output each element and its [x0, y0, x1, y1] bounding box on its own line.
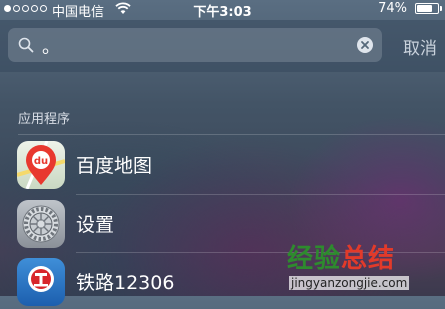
status-bar: 中国电信 下午3:03 74% [0, 0, 445, 20]
baidu-maps-icon: du [17, 141, 65, 189]
battery-percent: 74% [378, 1, 407, 16]
battery-fill [417, 5, 432, 12]
search-bar: 。 取消 [0, 20, 445, 72]
svg-text:du: du [34, 156, 48, 167]
watermark-logo: 经验总结 jingyanzongjie.com [287, 238, 435, 296]
watermark-title-part1: 经验 [287, 244, 342, 274]
app-label: 设置 [76, 214, 115, 236]
watermark-title: 经验总结 [287, 238, 395, 275]
watermark-url: jingyanzongjie.com [289, 276, 410, 290]
cancel-button[interactable]: 取消 [403, 34, 437, 59]
clear-search-icon[interactable] [357, 37, 373, 57]
watermark-title-part2: 总结 [341, 244, 396, 274]
search-input[interactable]: 。 [8, 28, 382, 62]
railway-12306-icon [17, 258, 65, 306]
search-icon [18, 37, 34, 57]
battery-tip [440, 6, 442, 11]
battery-icon [415, 3, 439, 14]
app-label: 铁路12306 [76, 272, 175, 294]
divider [18, 134, 445, 135]
app-label: 百度地图 [76, 155, 153, 177]
result-row-baidu-maps[interactable]: du 百度地图 [0, 136, 445, 192]
search-query: 。 [42, 37, 60, 58]
settings-gear-icon [17, 200, 65, 248]
section-header-apps: 应用程序 [18, 112, 71, 127]
